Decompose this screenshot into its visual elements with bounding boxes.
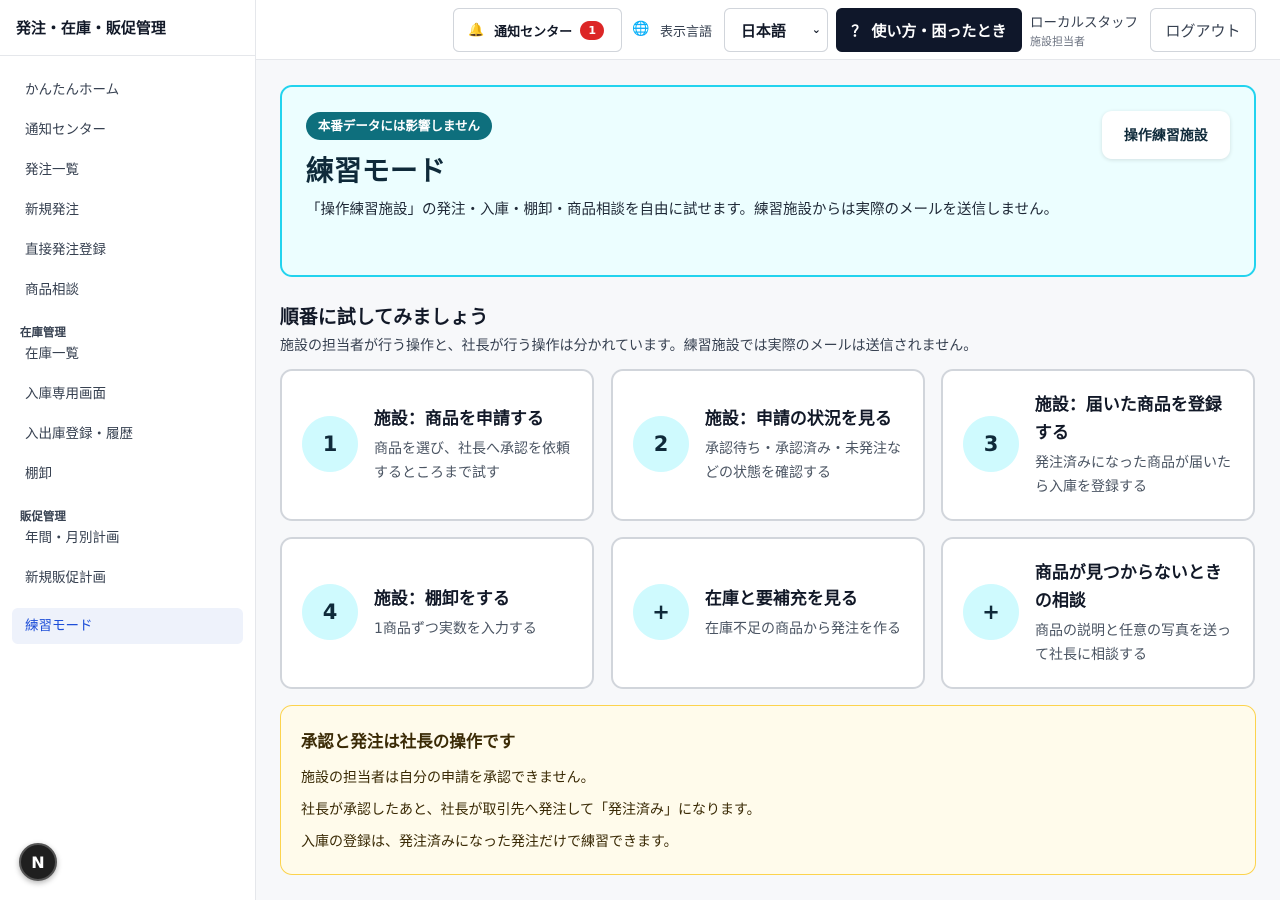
step-number-badge: 2 <box>633 416 689 472</box>
steps-subtitle: 施設の担当者が行う操作と、社長が行う操作は分かれています。練習施設では実際のメー… <box>280 338 978 354</box>
notification-count-badge: 1 <box>580 20 605 40</box>
steps-title: 順番に試してみましょう <box>280 306 489 328</box>
help-button[interactable]: ？ 使い方・困ったとき <box>836 8 1022 52</box>
card-description: 商品の説明と任意の写真を送って社長に相談する <box>1035 623 1231 663</box>
card-description: 承認待ち・承認済み・未発注などの状態を確認する <box>705 441 901 481</box>
sidebar-item-home[interactable]: かんたんホーム <box>12 70 243 110</box>
user-role: 施設担当者 <box>1030 35 1085 48</box>
sidebar-item-notifications[interactable]: 通知センター <box>12 110 243 150</box>
practice-facility-button[interactable]: 操作練習施設 <box>1102 111 1230 159</box>
card-description: 在庫不足の商品から発注を作る <box>705 621 901 637</box>
bell-icon: 🔔 <box>468 22 485 38</box>
sidebar-section-promo: 販促管理 <box>20 509 66 523</box>
notice-line: 社長が承認したあと、社長が取引先へ発注して「発注済み」になります。 <box>301 802 761 818</box>
step-card-receive[interactable]: 3 施設：届いた商品を登録する 発注済みになった商品が届いたら入庫を登録する <box>941 369 1255 521</box>
notice-line: 施設の担当者は自分の申請を承認できません。 <box>301 770 595 786</box>
user-name: ローカルスタッフ <box>1030 15 1138 31</box>
card-description: 商品を選び、社長へ承認を依頼するところまで試す <box>374 441 570 481</box>
practice-mode-panel: 本番データには影響しません 練習モード 「操作練習施設」の発注・入庫・棚卸・商品… <box>280 85 1256 277</box>
notice-title: 承認と発注は社長の操作です <box>301 732 516 751</box>
language-value: 日本語 <box>741 21 787 40</box>
plus-icon: + <box>963 584 1019 640</box>
step-card-request[interactable]: 1 施設：商品を申請する 商品を選び、社長へ承認を依頼するところまで試す <box>280 369 594 521</box>
practice-description: 「操作練習施設」の発注・入庫・棚卸・商品相談を自由に試せます。練習施設からは実際… <box>306 202 1059 218</box>
sidebar-item-direct-order[interactable]: 直接発注登録 <box>12 230 243 270</box>
card-title: 施設：申請の状況を見る <box>705 409 892 429</box>
sidebar: 発注・在庫・販促管理 かんたんホーム 通知センター 発注一覧 新規発注 直接発注… <box>0 0 256 900</box>
sidebar-nav: かんたんホーム 通知センター 発注一覧 新規発注 直接発注登録 商品相談 在庫管… <box>0 56 255 644</box>
language-select[interactable]: 日本語 ⌄ <box>724 8 828 52</box>
chevron-down-icon: ⌄ <box>811 23 821 36</box>
globe-icon: 🌐 <box>632 21 650 37</box>
sidebar-item-receiving[interactable]: 入庫専用画面 <box>12 374 243 414</box>
card-title: 施設：届いた商品を登録する <box>1035 395 1222 443</box>
sidebar-section-inventory: 在庫管理 <box>20 325 66 339</box>
sidebar-item-stock-history[interactable]: 入出庫登録・履歴 <box>12 414 243 454</box>
dev-tools-button[interactable]: N <box>19 843 57 881</box>
page-title: 練習モード <box>306 154 447 187</box>
card-description: 発注済みになった商品が届いたら入庫を登録する <box>1035 455 1231 495</box>
user-info: ローカルスタッフ 施設担当者 <box>1030 11 1138 49</box>
step-card-inventory[interactable]: + 在庫と要補充を見る 在庫不足の商品から発注を作る <box>611 537 925 689</box>
sidebar-item-order-list[interactable]: 発注一覧 <box>12 150 243 190</box>
plus-icon: + <box>633 584 689 640</box>
card-title: 施設：棚卸をする <box>374 589 510 609</box>
logout-button[interactable]: ログアウト <box>1150 8 1256 52</box>
sidebar-item-stocktake[interactable]: 棚卸 <box>12 454 243 494</box>
sidebar-item-new-order[interactable]: 新規発注 <box>12 190 243 230</box>
sidebar-item-product-consult[interactable]: 商品相談 <box>12 270 243 310</box>
approval-notice: 承認と発注は社長の操作です 施設の担当者は自分の申請を承認できません。 社長が承… <box>280 705 1256 875</box>
step-number-badge: 3 <box>963 416 1019 472</box>
sidebar-item-annual-plan[interactable]: 年間・月別計画 <box>12 518 243 558</box>
language-label: 表示言語 <box>660 25 713 40</box>
sidebar-item-new-promo[interactable]: 新規販促計画 <box>12 558 243 598</box>
step-card-consult[interactable]: + 商品が見つからないときの相談 商品の説明と任意の写真を送って社長に相談する <box>941 537 1255 689</box>
notification-center-button[interactable]: 🔔 通知センター 1 <box>453 8 622 52</box>
top-header: 🔔 通知センター 1 🌐 表示言語 日本語 ⌄ ？ 使い方・困ったとき ローカル… <box>256 0 1280 60</box>
app-title: 発注・在庫・販促管理 <box>0 0 255 56</box>
step-card-stocktake[interactable]: 4 施設：棚卸をする 1商品ずつ実数を入力する <box>280 537 594 689</box>
step-number-badge: 4 <box>302 584 358 640</box>
card-title: 施設：商品を申請する <box>374 409 544 429</box>
step-number-badge: 1 <box>302 416 358 472</box>
sidebar-item-inventory-list[interactable]: 在庫一覧 <box>12 334 243 374</box>
notice-line: 入庫の登録は、発注済みになった発注だけで練習できます。 <box>301 834 678 850</box>
card-title: 在庫と要補充を見る <box>705 589 858 609</box>
card-description: 1商品ずつ実数を入力する <box>374 621 537 637</box>
no-production-impact-badge: 本番データには影響しません <box>306 112 493 140</box>
card-title: 商品が見つからないときの相談 <box>1035 563 1222 611</box>
step-card-status[interactable]: 2 施設：申請の状況を見る 承認待ち・承認済み・未発注などの状態を確認する <box>611 369 925 521</box>
notification-label: 通知センター <box>494 24 573 40</box>
sidebar-item-practice-mode[interactable]: 練習モード <box>12 608 243 644</box>
